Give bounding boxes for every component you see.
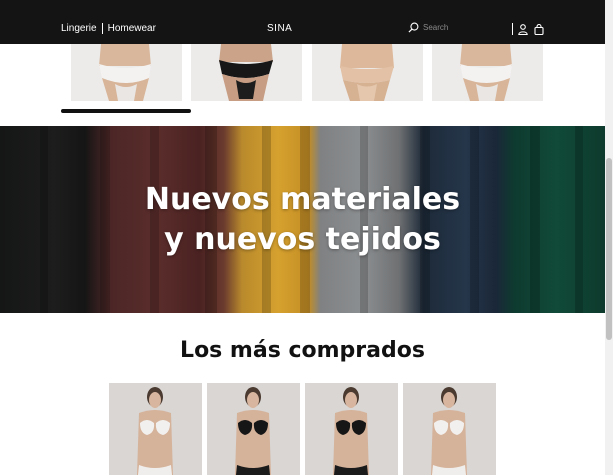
shopping-bag-icon[interactable]	[534, 24, 544, 35]
carousel-product-card[interactable]	[312, 44, 423, 101]
black-bra-set-image	[305, 383, 398, 475]
nav-lingerie-link[interactable]: Lingerie	[61, 23, 97, 34]
account-icon[interactable]	[518, 24, 528, 35]
search-icon[interactable]	[408, 22, 419, 33]
search-box[interactable]	[408, 22, 503, 33]
carousel-product-card[interactable]	[71, 44, 182, 101]
search-input[interactable]	[423, 23, 503, 32]
black-bra-set-image	[207, 383, 300, 475]
site-header: Lingerie Homewear SINA	[0, 0, 605, 44]
hero-banner[interactable]: Nuevos materiales y nuevos tejidos	[0, 126, 605, 313]
product-card[interactable]	[109, 383, 202, 475]
white-bra-set-image	[109, 383, 202, 475]
banner-line-2: y nuevos tejidos	[164, 222, 441, 257]
section-title: Los más comprados	[180, 338, 425, 363]
brand-logo[interactable]: SINA	[267, 23, 292, 34]
carousel-product-card[interactable]	[432, 44, 543, 101]
panty-white-lace-image	[71, 44, 182, 101]
product-card[interactable]	[207, 383, 300, 475]
panty-black-lace-image	[191, 44, 302, 101]
page-scrollbar[interactable]	[605, 0, 613, 475]
product-card[interactable]	[403, 383, 496, 475]
scrollbar-thumb[interactable]	[606, 158, 612, 340]
product-card[interactable]	[305, 383, 398, 475]
carousel-scroll-indicator[interactable]	[61, 109, 191, 113]
top-product-carousel	[0, 44, 605, 124]
panty-white-lace-image	[432, 44, 543, 101]
nav-homewear-link[interactable]: Homewear	[108, 23, 156, 34]
panty-nude-image	[312, 44, 423, 101]
banner-headline: Nuevos materiales y nuevos tejidos	[0, 180, 605, 260]
header-divider	[512, 23, 513, 35]
white-bra-set-image	[403, 383, 496, 475]
carousel-product-card[interactable]	[191, 44, 302, 101]
main-nav: Lingerie Homewear	[61, 23, 156, 34]
banner-line-1: Nuevos materiales	[144, 182, 461, 217]
nav-divider	[101, 23, 103, 34]
